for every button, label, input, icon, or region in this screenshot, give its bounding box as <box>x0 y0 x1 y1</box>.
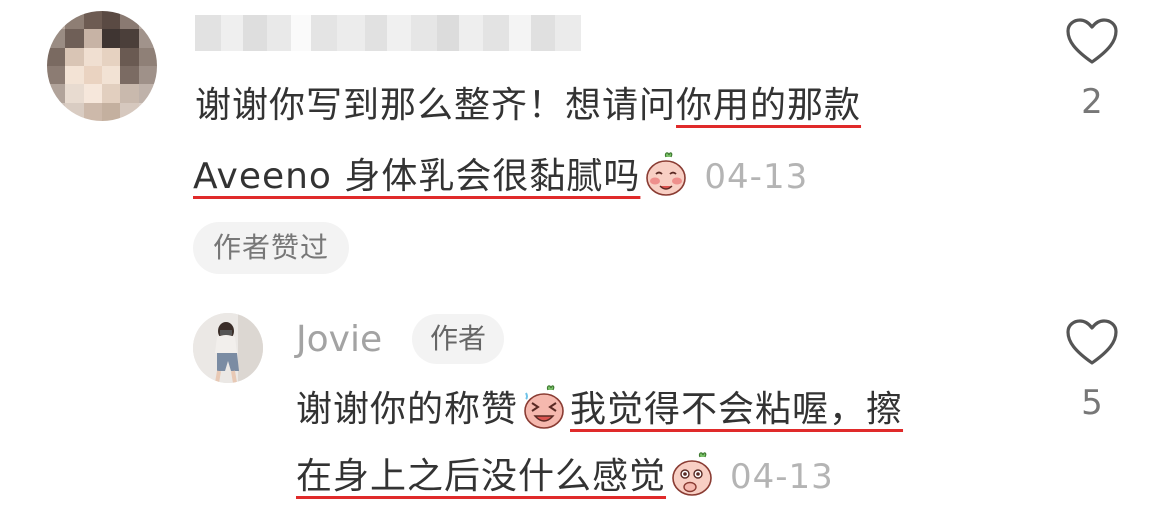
reply-like-button[interactable] <box>1065 318 1119 372</box>
reply-text-underlined: 在身上之后没什么感觉 <box>296 456 667 497</box>
commenter-name-redacted <box>195 15 581 51</box>
commenter-avatar[interactable] <box>47 11 157 121</box>
laughing-peach-emoji <box>524 385 564 429</box>
comment-text-underlined: Aveeno 身体乳会很黏腻吗 <box>193 156 641 197</box>
reply-text-line1: 谢谢你的称赞 我觉得不会粘喔，擦 <box>296 383 903 432</box>
comment-date: 04-13 <box>704 157 809 197</box>
reply-like-count: 5 <box>1081 383 1103 423</box>
heart-icon[interactable] <box>1065 17 1119 67</box>
comment-like-count: 2 <box>1081 82 1103 122</box>
comment-text-part: 谢谢你写到那么整齐！想请问 <box>195 85 677 126</box>
avatar-photo <box>193 313 263 383</box>
thinking-peach-emoji <box>672 452 712 496</box>
author-badge: 作者 <box>412 314 505 364</box>
comment-text-underlined: 你用的那款 <box>676 85 862 126</box>
reply-date: 04-13 <box>730 457 834 497</box>
liked-by-author-badge: 作者赞过 <box>193 222 350 274</box>
reply-text-line2: 在身上之后没什么感觉 04-13 <box>296 450 834 499</box>
reply-username[interactable]: Jovie <box>296 318 382 362</box>
comment-like-button[interactable] <box>1065 17 1119 71</box>
reply-text-underlined: 我觉得不会粘喔，擦 <box>570 389 904 430</box>
comment-text-line1: 谢谢你写到那么整齐！想请问你用的那款 <box>195 84 861 128</box>
reply-avatar[interactable] <box>193 313 263 383</box>
reply-text-part: 谢谢你的称赞 <box>296 389 519 430</box>
comment-text-line2: Aveeno 身体乳会很黏腻吗 04-13 <box>193 150 808 199</box>
heart-icon[interactable] <box>1065 318 1119 368</box>
shy-peach-emoji <box>646 152 687 196</box>
